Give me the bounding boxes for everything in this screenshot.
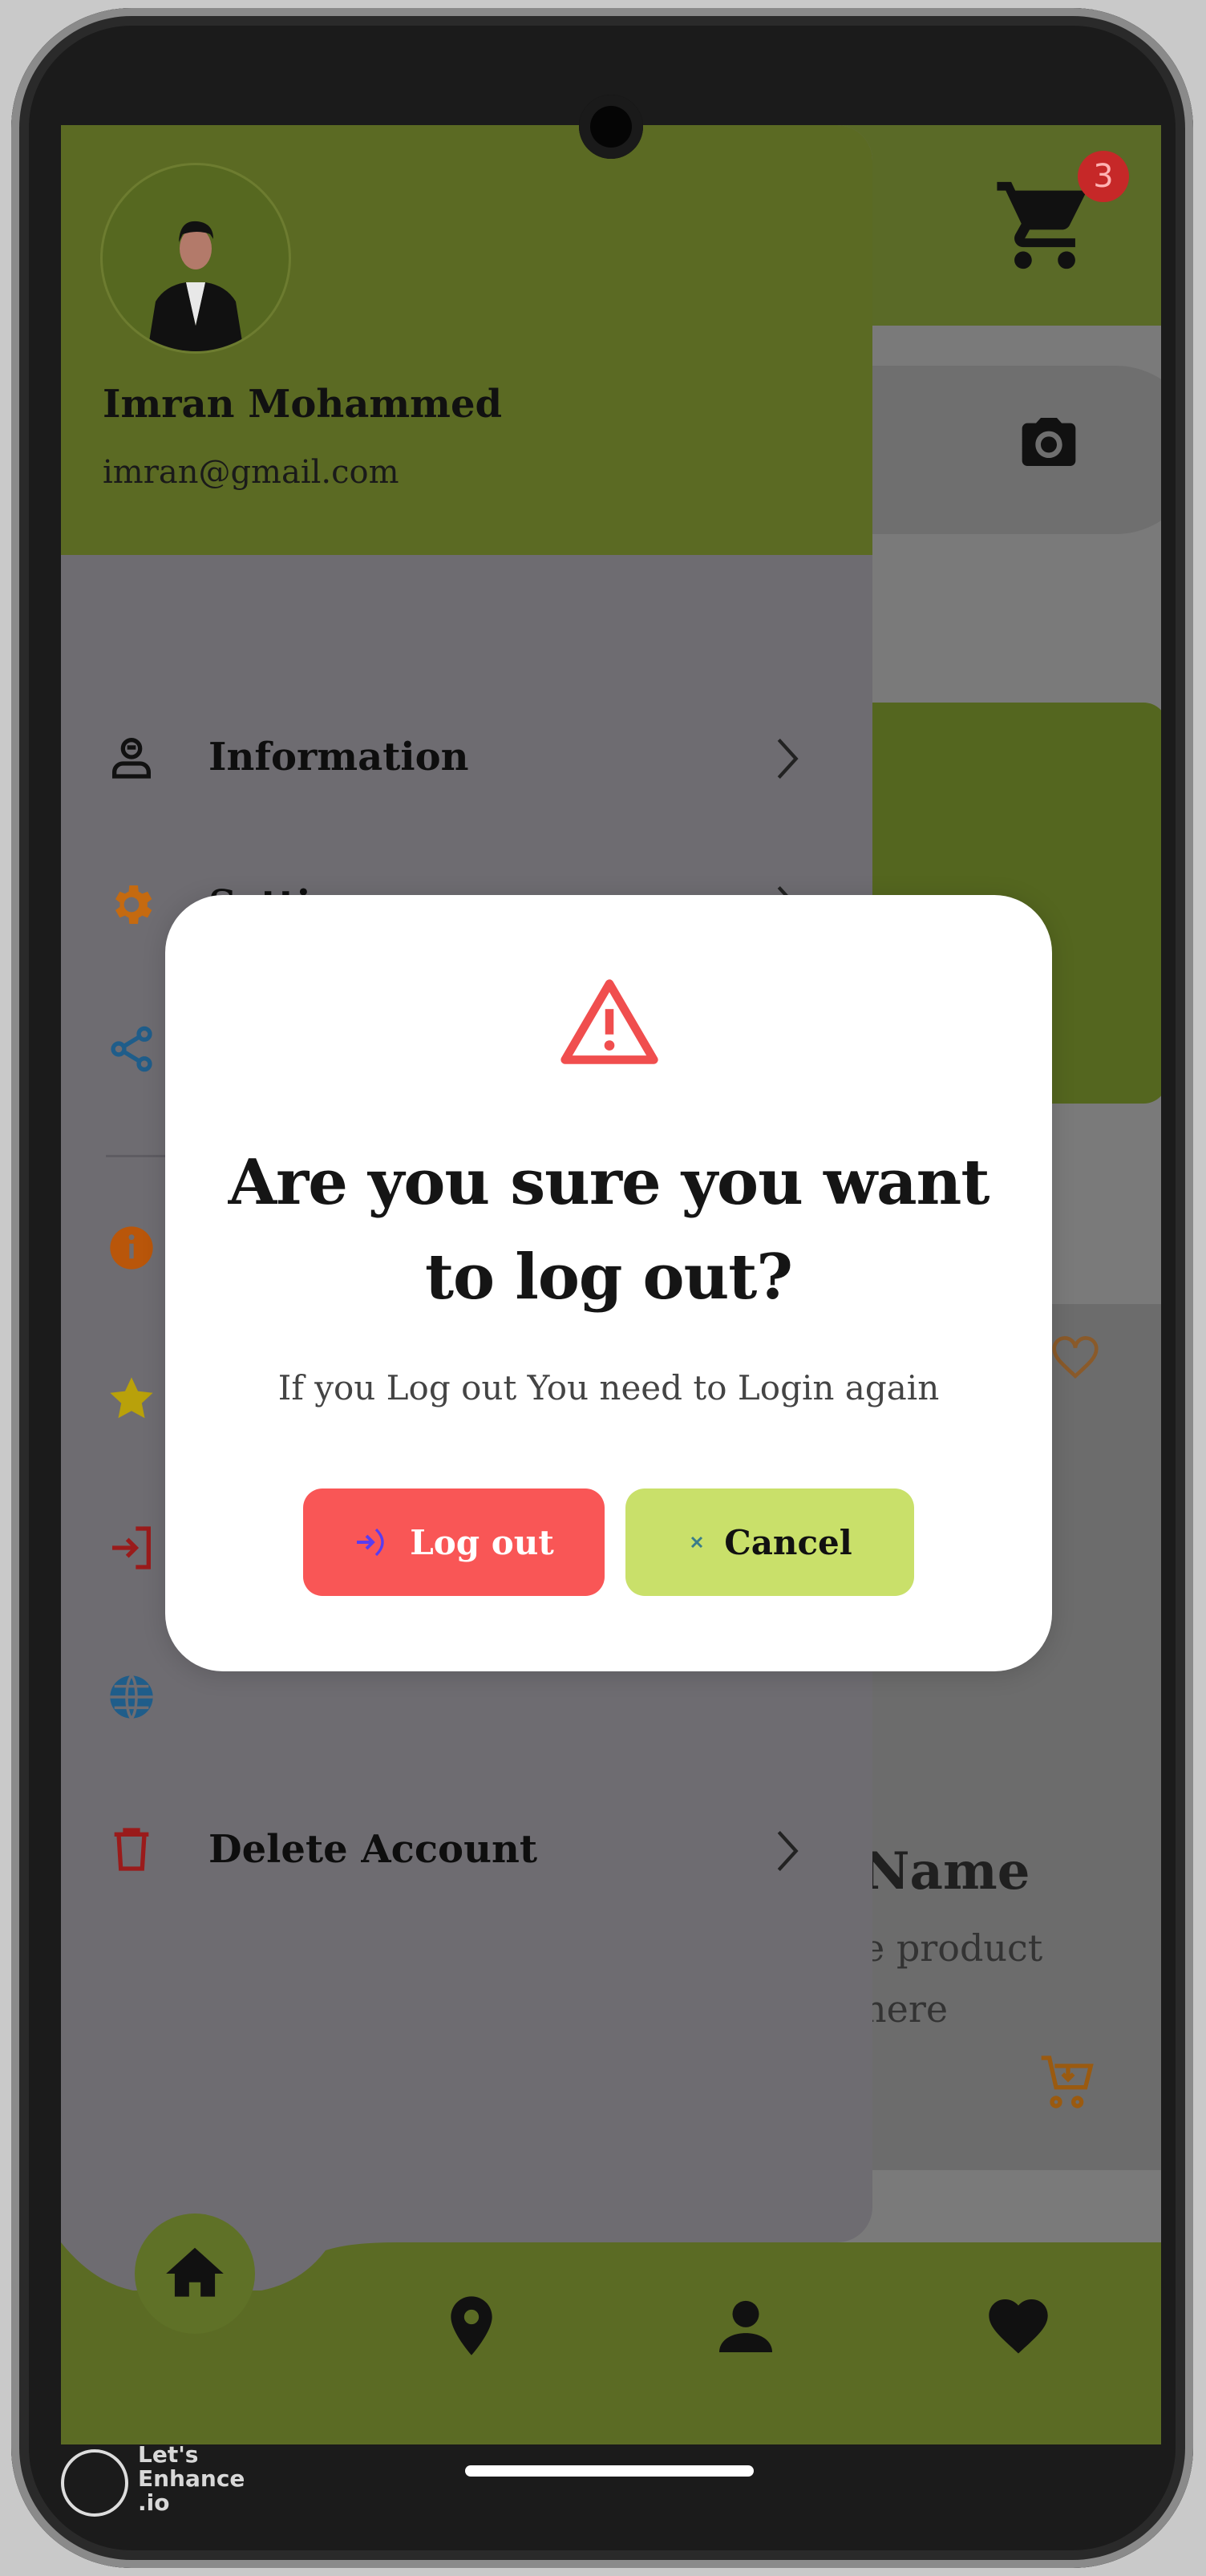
menu-item-label: Delete Account: [208, 1827, 538, 1872]
favorite-icon[interactable]: [1047, 1328, 1103, 1384]
product-desc-line: e product: [863, 1926, 1043, 1970]
menu-item-information[interactable]: Information: [61, 699, 872, 812]
trash-icon: [114, 1828, 149, 1871]
drawer-header: Imran Mohammed imran@gmail.com: [61, 125, 872, 555]
logout-dialog: Are you sure you want to log out? If you…: [165, 895, 1052, 1671]
menu-item-label: Information: [208, 735, 469, 780]
user-icon[interactable]: [710, 2290, 781, 2361]
profile-icon: [112, 738, 151, 779]
user-avatar-icon: [148, 221, 244, 351]
app-screen: 3 Name e product here Imran Mohammed imr…: [61, 125, 1161, 2444]
globe-icon[interactable]: [106, 1671, 157, 1723]
product-name: Name: [863, 1841, 1030, 1902]
watermark-line: Enhance: [138, 2465, 245, 2492]
cancel-button-label: Cancel: [724, 1522, 852, 1562]
product-desc-line: here: [863, 1987, 949, 2031]
logout-button-label: Log out: [410, 1522, 554, 1562]
menu-item-delete-account[interactable]: Delete Account: [61, 1792, 872, 1904]
chevron-right-icon: [777, 1830, 799, 1872]
watermark-text: Let's Enhance .io: [138, 2443, 258, 2515]
front-camera: [579, 95, 643, 159]
close-icon: [691, 1536, 703, 1549]
watermark-logo: [61, 2449, 128, 2517]
star-icon[interactable]: [106, 1373, 157, 1424]
heart-icon[interactable]: [983, 2290, 1054, 2361]
dialog-title: Are you sure you want to log out?: [228, 1146, 990, 1314]
chevron-right-icon: [777, 738, 799, 780]
watermark-line: .io: [138, 2489, 170, 2516]
user-email: imran@gmail.com: [103, 454, 399, 491]
watermark: Let's Enhance .io: [61, 2443, 253, 2518]
home-button[interactable]: [135, 2213, 255, 2334]
info-icon[interactable]: [106, 1222, 157, 1274]
cart-badge: 3: [1078, 151, 1129, 202]
login-icon[interactable]: [106, 1522, 157, 1574]
gear-icon: [115, 885, 152, 924]
home-indicator[interactable]: [465, 2465, 754, 2477]
home-icon: [166, 2247, 224, 2297]
cancel-button[interactable]: Cancel: [625, 1488, 914, 1596]
add-to-cart-icon[interactable]: [1036, 2050, 1100, 2114]
share-icon[interactable]: [106, 1023, 157, 1075]
logout-button[interactable]: Log out: [303, 1488, 605, 1596]
dialog-subtitle: If you Log out You need to Login again: [277, 1368, 940, 1407]
avatar[interactable]: [103, 165, 289, 351]
camera-icon[interactable]: [1017, 410, 1081, 474]
product-description: e product here: [863, 1918, 1161, 2039]
user-name: Imran Mohammed: [103, 382, 503, 427]
logout-icon: [357, 1528, 384, 1557]
warning-icon: [561, 979, 658, 1064]
location-icon[interactable]: [436, 2290, 507, 2361]
watermark-line: Let's: [138, 2441, 199, 2468]
